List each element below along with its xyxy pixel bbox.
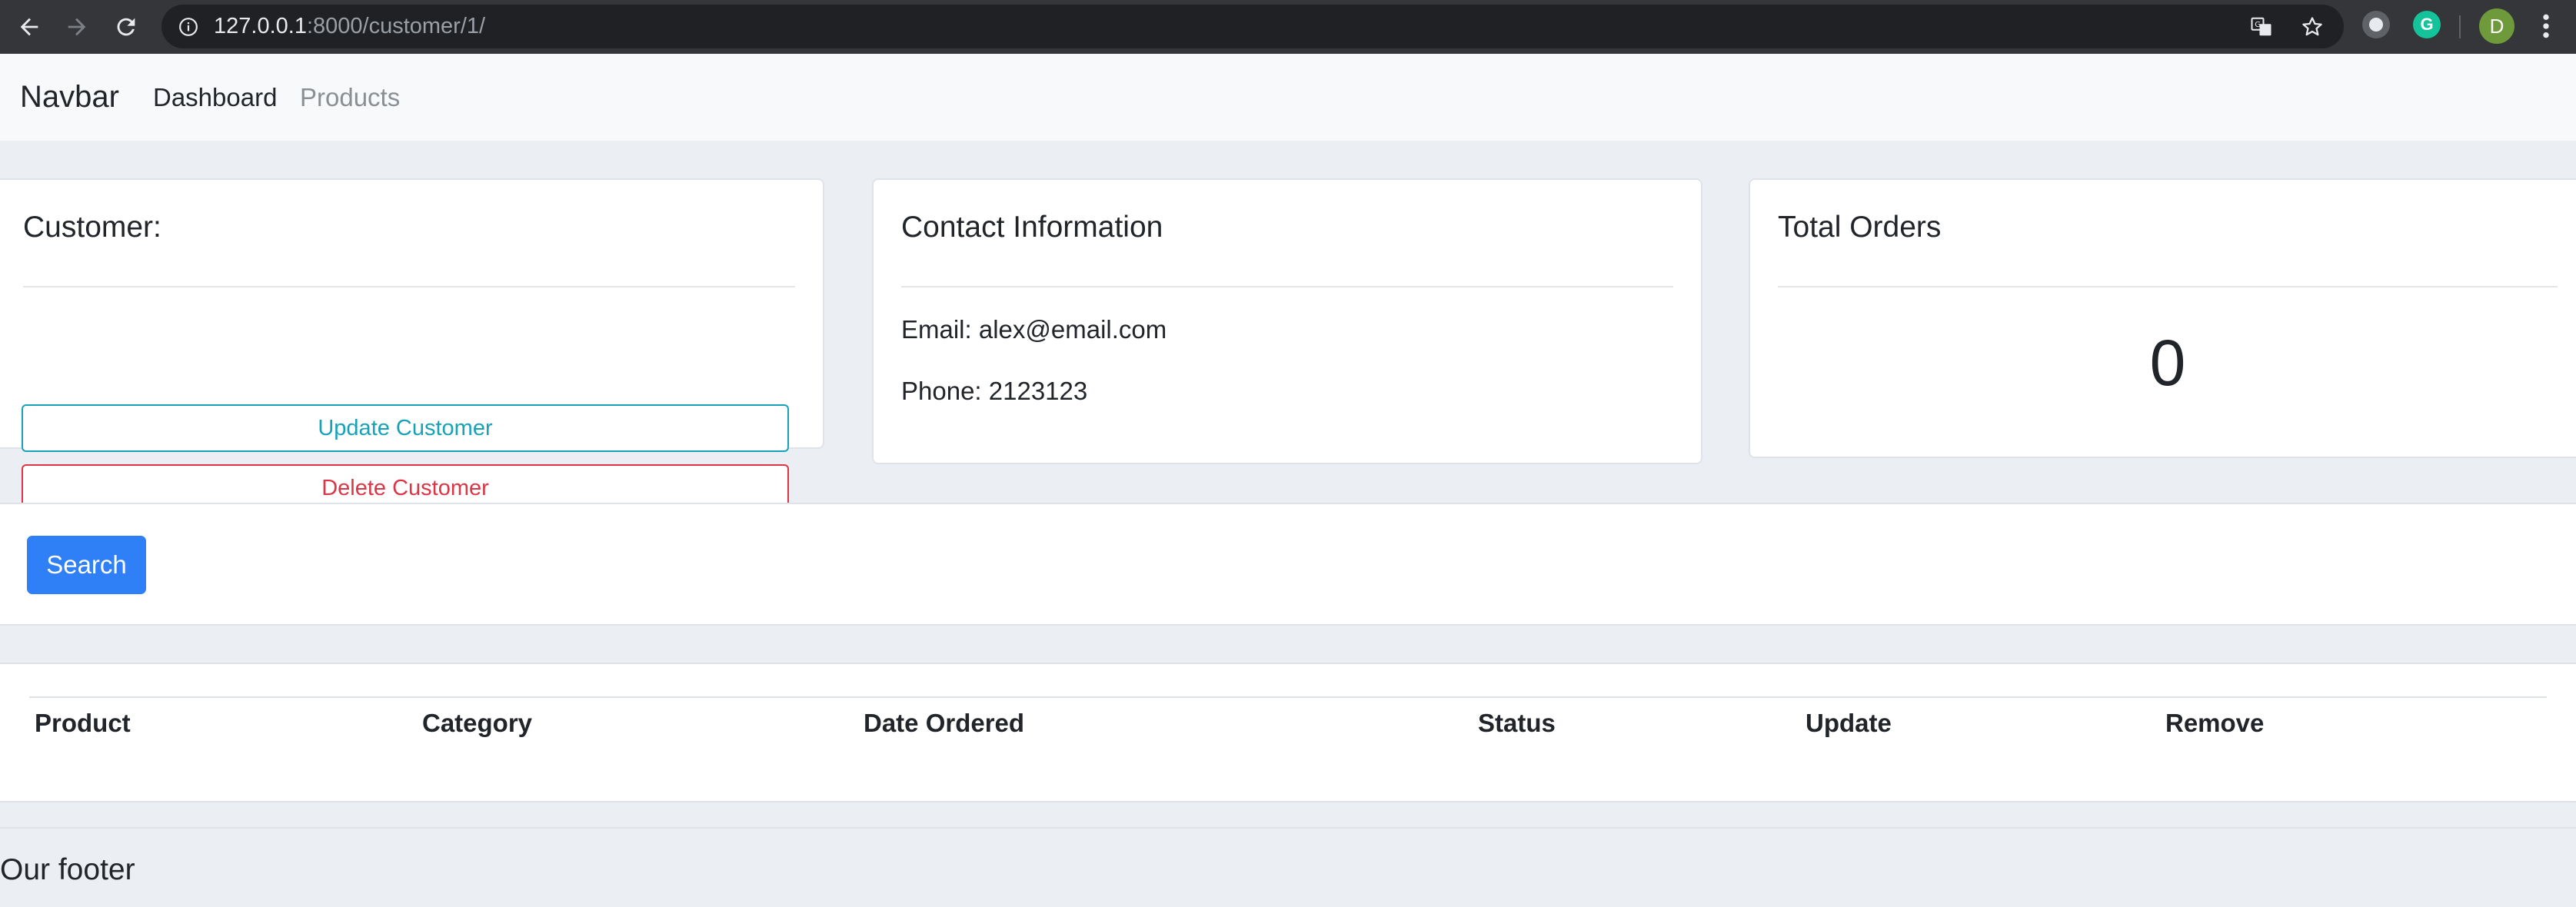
total-orders-count: 0 <box>2149 327 2186 399</box>
reload-icon[interactable] <box>109 10 143 44</box>
search-panel: Search <box>0 503 2576 626</box>
contact-info-card: Contact Information Email: alex@email.co… <box>872 178 1702 464</box>
address-bar[interactable]: 127.0.0.1:8000/customer/1/ G <box>161 5 2344 48</box>
contact-email: Email: alex@email.com <box>901 315 1167 344</box>
navbar-brand[interactable]: Navbar <box>20 54 119 141</box>
site-navbar: Navbar Dashboard Products <box>0 54 2576 141</box>
column-header-remove: Remove <box>2165 709 2265 737</box>
search-button[interactable]: Search <box>27 536 146 594</box>
grammarly-icon[interactable]: G <box>2413 11 2441 38</box>
url-path: :8000/customer/1/ <box>306 14 486 38</box>
total-orders-card: Total Orders 0 <box>1749 178 2576 458</box>
nav-link-products[interactable]: Products <box>300 54 400 141</box>
customer-card: Customer: Update Customer Delete Custome… <box>0 178 824 512</box>
browser-menu-icon[interactable] <box>2534 11 2558 42</box>
profile-avatar[interactable]: D <box>2479 8 2514 44</box>
browser-toolbar: 127.0.0.1:8000/customer/1/ G G D <box>0 0 2576 54</box>
orders-table: Product Category Date Ordered Status Upd… <box>0 663 2576 802</box>
table-top-border <box>29 696 2547 698</box>
column-header-update: Update <box>1806 709 1892 737</box>
column-header-category: Category <box>422 709 533 737</box>
footer-text: Our footer <box>0 853 135 886</box>
orders-card-title: Total Orders <box>1778 211 1942 244</box>
card-divider <box>901 286 1673 287</box>
url-text: 127.0.0.1:8000/customer/1/ <box>214 5 485 48</box>
footer-divider <box>0 827 2576 829</box>
forward-icon[interactable] <box>60 10 94 44</box>
nav-link-dashboard[interactable]: Dashboard <box>153 54 277 141</box>
url-host: 127.0.0.1 <box>214 14 307 38</box>
toolbar-divider <box>2459 15 2461 38</box>
column-header-date-ordered: Date Ordered <box>864 709 1025 737</box>
contact-phone: Phone: 2123123 <box>901 377 1088 405</box>
card-divider <box>23 286 795 287</box>
translate-icon[interactable]: G <box>2250 15 2273 38</box>
update-customer-button[interactable]: Update Customer <box>22 404 789 452</box>
svg-text:G: G <box>2255 21 2261 29</box>
customer-card-title: Customer: <box>23 211 161 244</box>
column-header-product: Product <box>35 709 131 737</box>
bookmark-star-icon[interactable] <box>2301 15 2324 38</box>
back-icon[interactable] <box>12 10 46 44</box>
extension-record-icon[interactable] <box>2362 11 2390 38</box>
site-info-icon[interactable] <box>178 17 198 37</box>
column-header-status: Status <box>1478 709 1556 737</box>
card-divider <box>1778 286 2558 287</box>
contact-card-title: Contact Information <box>901 211 1163 244</box>
